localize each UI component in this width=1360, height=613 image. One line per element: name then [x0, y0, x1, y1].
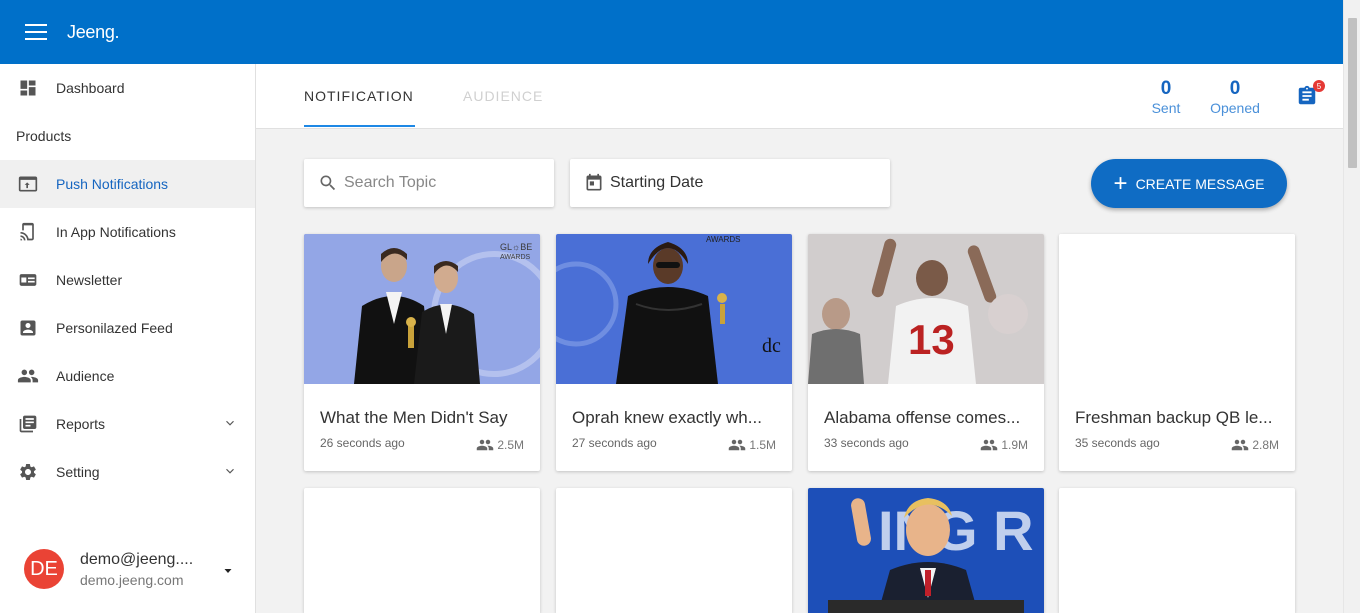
sidebar-item-label: Dashboard [56, 80, 125, 96]
card-title: What the Men Didn't Say [320, 408, 508, 427]
card-reach: 2.5M [474, 436, 524, 454]
dashboard-icon [17, 77, 39, 99]
people-icon [17, 365, 39, 387]
search-input[interactable] [344, 174, 534, 192]
card-image: AWARDS dc [556, 234, 792, 384]
message-card[interactable]: AWARDS dc Oprah knew exactly wh... 27 se… [556, 234, 792, 471]
sidebar-item-newsletter[interactable]: Newsletter [0, 256, 255, 304]
sidebar-item-dashboard[interactable]: Dashboard [0, 64, 255, 112]
card-image [1059, 234, 1295, 384]
notification-badge: 5 [1313, 80, 1325, 92]
message-card[interactable]: Freshman backup QB le... 35 seconds ago … [1059, 234, 1295, 471]
scrollbar-thumb[interactable] [1348, 18, 1357, 168]
svg-text:AWARDS: AWARDS [706, 235, 741, 244]
sidebar-item-label: Audience [56, 368, 115, 384]
card-image: ING R [808, 488, 1044, 613]
starting-date-picker[interactable]: Starting Date [570, 159, 890, 207]
sidebar-item-setting[interactable]: Setting [0, 448, 255, 496]
card-image: GL☼BE AWARDS [304, 234, 540, 384]
card-time: 27 seconds ago [572, 436, 657, 450]
tab-audience[interactable]: AUDIENCE [463, 64, 543, 128]
create-message-label: CREATE MESSAGE [1135, 175, 1265, 192]
card-title: Oprah knew exactly wh... [572, 408, 762, 427]
sidebar: Dashboard Products Push Notifications In… [0, 64, 256, 613]
app-bar: Jeeng. [0, 0, 1343, 64]
card-reach-value: 1.5M [749, 438, 776, 452]
card-reach: 2.8M [1229, 436, 1279, 454]
push-notification-icon [17, 173, 39, 195]
sidebar-item-reports[interactable]: Reports [0, 400, 255, 448]
user-email: demo@jeeng.... [80, 550, 194, 568]
svg-text:13: 13 [908, 316, 955, 363]
sidebar-item-label: Personilazed Feed [56, 320, 173, 336]
stat-opened-label: Opened [1210, 100, 1260, 116]
message-card[interactable]: 13 Alabama offense comes... 33 seconds a… [808, 234, 1044, 471]
settings-icon [17, 461, 39, 483]
svg-text:dc: dc [762, 335, 781, 357]
user-account[interactable]: DE demo@jeeng.... demo.jeeng.com [0, 534, 255, 604]
sidebar-item-push-notifications[interactable]: Push Notifications [0, 160, 255, 208]
stat-sent: 0 Sent [1148, 78, 1184, 116]
tab-notification[interactable]: NOTIFICATION [304, 64, 414, 128]
stat-sent-value: 0 [1160, 78, 1172, 99]
stat-opened-value: 0 [1229, 78, 1241, 99]
sidebar-item-in-app-notifications[interactable]: In App Notifications [0, 208, 255, 256]
cast-icon [17, 221, 39, 243]
people-icon [1232, 439, 1249, 451]
card-time: 35 seconds ago [1075, 436, 1160, 450]
card-reach-value: 1.9M [1001, 438, 1028, 452]
people-icon [477, 439, 494, 451]
chevron-down-icon[interactable] [223, 416, 237, 433]
card-time: 26 seconds ago [320, 436, 405, 450]
card-reach: 1.5M [726, 436, 776, 454]
sidebar-item-label: In App Notifications [56, 224, 176, 240]
caret-down-icon[interactable] [222, 564, 234, 582]
reports-icon [17, 413, 39, 435]
search-field[interactable] [304, 159, 554, 207]
svg-text:ING R: ING R [878, 499, 1034, 562]
calendar-icon [584, 173, 604, 193]
card-title: Freshman backup QB le... [1075, 408, 1273, 427]
people-icon [729, 439, 746, 451]
stat-opened: 0 Opened [1205, 78, 1265, 116]
card-time: 33 seconds ago [824, 436, 909, 450]
card-reach-value: 2.5M [497, 438, 524, 452]
card-image: 13 [808, 234, 1044, 384]
content-header: NOTIFICATION AUDIENCE 0 Sent 0 Opened 5 [256, 64, 1343, 129]
user-domain: demo.jeeng.com [80, 571, 184, 588]
page-scrollbar[interactable] [1343, 0, 1360, 613]
account-box-icon [17, 317, 39, 339]
sidebar-item-label: Reports [56, 416, 106, 432]
brand-logo[interactable]: Jeeng. [67, 22, 120, 43]
card-reach: 1.9M [978, 436, 1028, 454]
active-tab-indicator [304, 125, 415, 127]
sidebar-item-label: Newsletter [56, 272, 123, 288]
menu-icon[interactable] [25, 24, 47, 40]
sidebar-section-products: Products [16, 128, 72, 144]
message-card[interactable] [556, 488, 792, 613]
message-card[interactable] [304, 488, 540, 613]
message-card[interactable] [1059, 488, 1295, 613]
svg-text:AWARDS: AWARDS [500, 254, 531, 261]
card-reach-value: 2.8M [1252, 438, 1279, 452]
card-title: Alabama offense comes... [824, 408, 1021, 427]
starting-date-label: Starting Date [610, 174, 704, 191]
message-card[interactable]: ING R [808, 488, 1044, 613]
svg-text:GL☼BE: GL☼BE [500, 242, 532, 252]
newsletter-icon [17, 269, 39, 291]
sidebar-item-audience[interactable]: Audience [0, 352, 255, 400]
sidebar-item-personalized-feed[interactable]: Personilazed Feed [0, 304, 255, 352]
sidebar-item-label: Setting [56, 464, 100, 480]
stat-sent-label: Sent [1151, 100, 1181, 116]
people-icon [981, 439, 998, 451]
plus-icon: + [1113, 169, 1128, 197]
message-card[interactable]: GL☼BE AWARDS What the Men Didn't Say 26 … [304, 234, 540, 471]
search-icon [318, 173, 338, 193]
avatar[interactable]: DE [24, 549, 64, 589]
sidebar-item-label: Push Notifications [56, 176, 169, 192]
create-message-button[interactable]: + CREATE MESSAGE [1091, 159, 1287, 208]
chevron-down-icon[interactable] [223, 464, 237, 481]
